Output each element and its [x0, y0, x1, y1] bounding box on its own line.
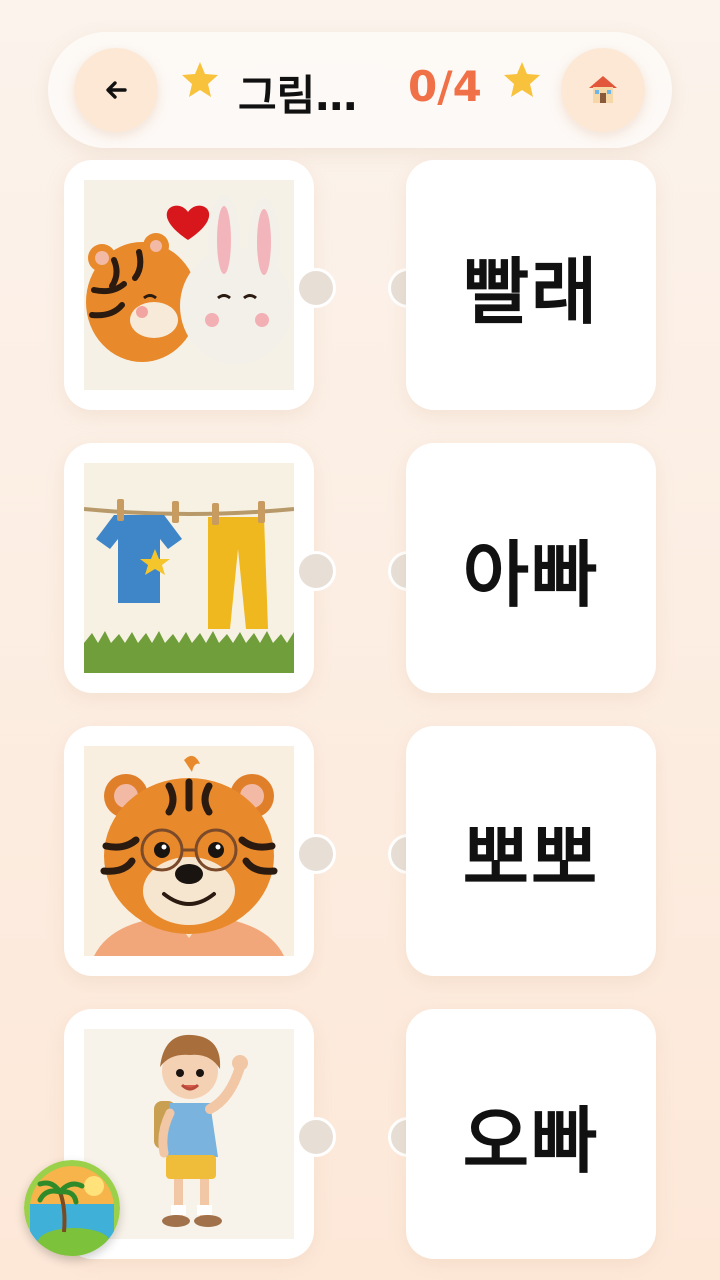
back-button[interactable]: [74, 48, 158, 132]
dad-tiger-image: [84, 746, 294, 956]
word-label: 아빠: [462, 532, 600, 617]
match-dot-left[interactable]: [296, 551, 336, 591]
page-title: 그림…: [238, 71, 358, 120]
word-card-1[interactable]: 빨래: [406, 160, 656, 410]
picture-card-1[interactable]: [64, 160, 314, 410]
home-button[interactable]: [561, 48, 645, 132]
word-card-2[interactable]: 아빠: [406, 443, 656, 693]
star-icon: [504, 62, 540, 97]
match-dot-left[interactable]: [296, 268, 336, 308]
picture-card-3[interactable]: [64, 726, 314, 976]
picture-card-2[interactable]: [64, 443, 314, 693]
tiger-bunny-kiss-image: [84, 180, 294, 390]
header-bar: 그림… 0/4: [48, 32, 672, 148]
word-label: 뽀뽀: [462, 815, 600, 900]
word-label: 오빠: [462, 1098, 600, 1183]
word-card-3[interactable]: 뽀뽀: [406, 726, 656, 976]
match-dot-left[interactable]: [296, 1117, 336, 1157]
island-logo-icon[interactable]: [24, 1160, 120, 1256]
match-dot-left[interactable]: [296, 834, 336, 874]
star-icon: [182, 62, 218, 97]
word-card-4[interactable]: 오빠: [406, 1009, 656, 1259]
word-label: 빨래: [462, 249, 600, 334]
arrow-left-icon: [106, 81, 127, 99]
house-icon: [589, 76, 617, 103]
laundry-image: [84, 463, 294, 673]
score-counter: 0/4: [408, 62, 482, 111]
